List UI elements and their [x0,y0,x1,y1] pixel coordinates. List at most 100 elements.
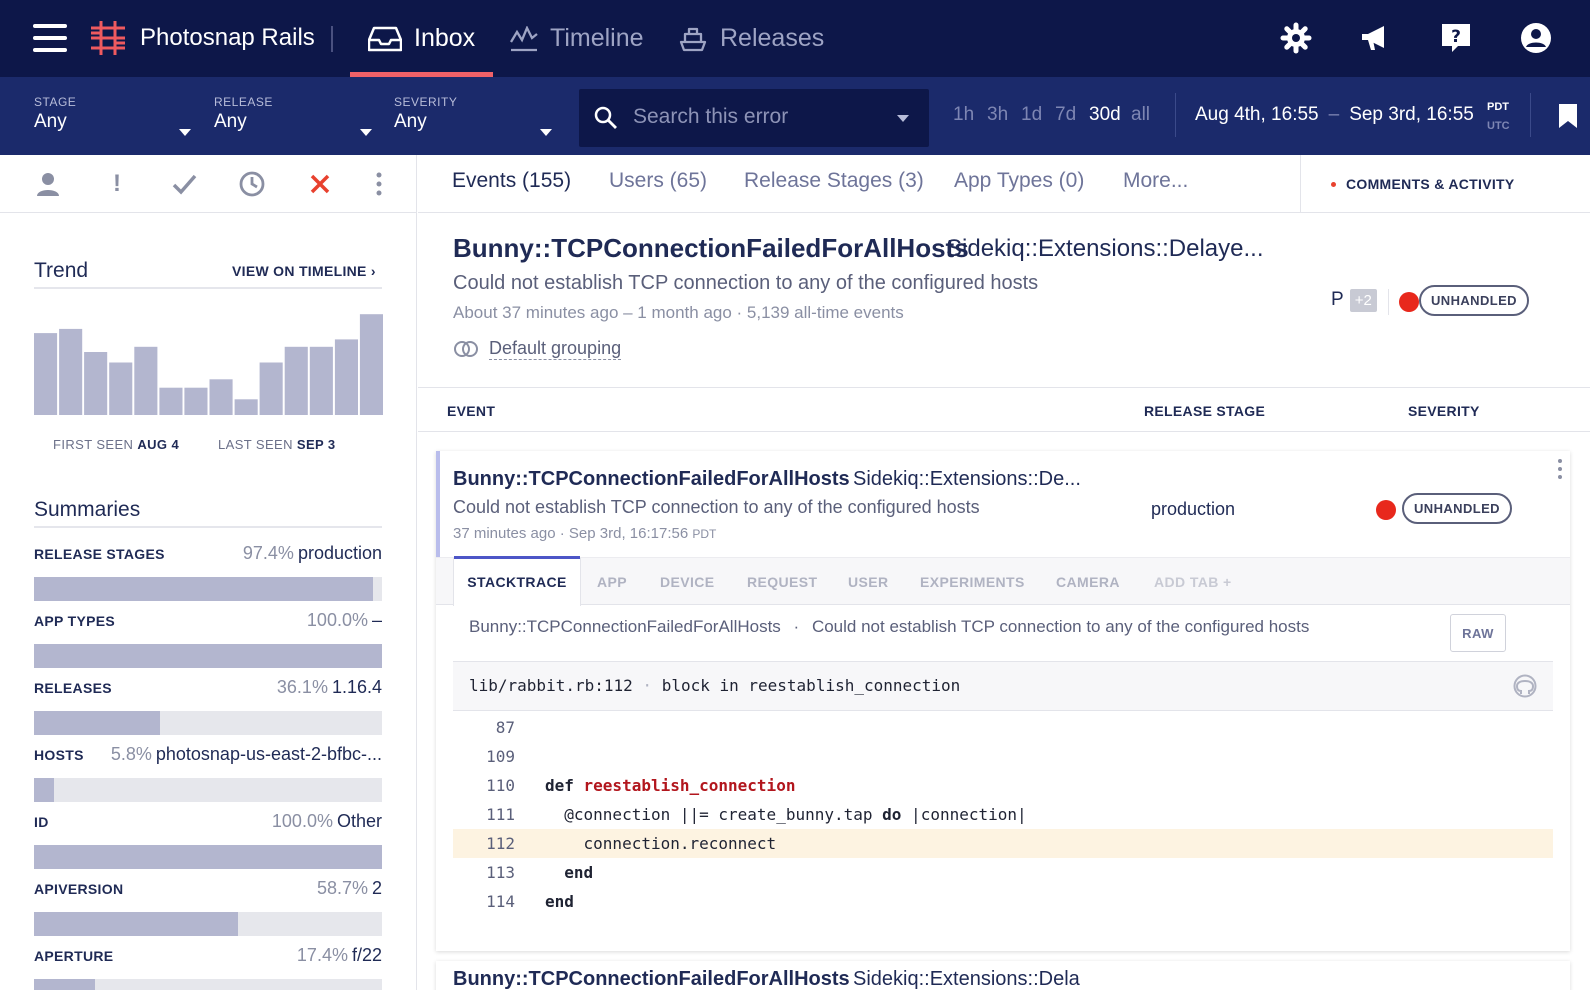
trend-bar[interactable] [109,362,133,416]
snooze-icon[interactable] [238,170,266,198]
tab-inbox[interactable]: Inbox [350,0,494,77]
range-30d[interactable]: 30d [1089,104,1121,126]
col-severity: SEVERITY [1408,403,1480,419]
summary-bar[interactable] [34,778,382,802]
range-1d[interactable]: 1d [1021,104,1042,126]
stage-filter[interactable]: STAGE Any [34,95,194,136]
tab-timeline[interactable]: Timeline [510,0,644,77]
release-filter[interactable]: RELEASE Any [214,95,374,136]
tab-device[interactable]: DEVICE [660,558,715,606]
summary-bar-fill [34,979,95,990]
tab-user[interactable]: USER [848,558,889,606]
summary-value: 58.7% 2 [317,878,382,899]
trend-bar[interactable] [84,352,108,415]
trend-bar[interactable] [309,346,333,415]
app-name[interactable]: Photosnap Rails [140,24,315,52]
summary-bar[interactable] [34,979,382,990]
affected-users[interactable]: P +2 [1331,289,1377,312]
trend-bar[interactable] [59,328,83,415]
line-number: 109 [486,747,515,766]
trend-bar[interactable] [134,346,158,415]
tab-events[interactable]: Events (155) [452,169,571,193]
summary-value: 17.4% f/22 [297,945,382,966]
event-context: Sidekiq::Extensions::Dela [853,968,1080,990]
user-icon[interactable] [1518,20,1554,56]
tab-app-types[interactable]: App Types (0) [954,169,1084,193]
severity-filter-value: Any [394,111,427,132]
event-row[interactable]: Bunny::TCPConnectionFailedForAllHosts Si… [436,451,1570,951]
summary-top-value: 1.16.4 [331,677,382,697]
more-icon[interactable] [365,170,393,198]
chevron-down-icon[interactable] [897,115,909,122]
trend-bar[interactable] [159,387,183,415]
bookmark-icon[interactable] [1558,103,1578,129]
search-input[interactable]: Search this error [579,89,929,147]
stack-frame-header[interactable]: lib/rabbit.rb:112 · block in reestablish… [453,661,1553,711]
tab-request[interactable]: REQUEST [747,558,817,606]
summary-bar[interactable] [34,845,382,869]
summary-key: APIVERSION [34,881,124,897]
trend-bar[interactable] [184,387,208,415]
tab-releases[interactable]: Releases [678,0,824,77]
range-7d[interactable]: 7d [1055,104,1076,126]
summary-bar[interactable] [34,577,382,601]
help-icon[interactable]: ? [1438,20,1474,56]
trend-bar[interactable] [334,339,358,415]
trend-bar[interactable] [259,362,283,416]
summary-bar-fill [34,912,239,936]
trend-bar[interactable] [359,314,383,415]
summary-bar[interactable] [34,711,382,735]
severity-filter-label: SEVERITY [394,95,458,109]
tab-experiments[interactable]: EXPERIMENTS [920,558,1025,606]
trend-bar[interactable] [34,333,58,415]
trend-bar[interactable] [234,399,258,415]
event-class: Bunny::TCPConnectionFailedForAllHosts [453,968,850,990]
range-all[interactable]: all [1131,104,1150,126]
event-row[interactable]: Bunny::TCPConnectionFailedForAllHosts Si… [436,961,1570,990]
more-icon[interactable] [1558,459,1562,483]
assign-icon[interactable] [34,170,62,198]
priority-icon[interactable]: ! [103,170,131,198]
divider [34,526,382,528]
add-tab-button[interactable]: ADD TAB + [1154,558,1232,606]
date-range[interactable]: Aug 4th, 16:55– Sep 3rd, 16:55 [1195,104,1474,126]
tab-users[interactable]: Users (65) [609,169,707,193]
divider [1175,93,1176,137]
summary-bar[interactable] [34,644,382,668]
main-tabs: Events (155) Users (65) Release Stages (… [418,155,1590,213]
comments-activity-button[interactable]: COMMENTS & ACTIVITY [1300,155,1590,213]
code-line: 109 [453,742,1553,771]
tab-app[interactable]: APP [597,558,627,606]
timeline-icon [510,25,538,51]
megaphone-icon[interactable] [1358,20,1394,56]
timezone-primary[interactable]: PDT [1487,101,1509,113]
code-token: do [882,805,902,824]
tab-more[interactable]: More... [1123,169,1188,193]
tab-release-stages[interactable]: Release Stages (3) [744,169,924,193]
last-seen-label: LAST SEEN [218,437,293,452]
range-3h[interactable]: 3h [987,104,1008,126]
search-icon [594,106,617,129]
trend-bar[interactable] [209,379,233,415]
range-1h[interactable]: 1h [953,104,974,126]
gear-icon[interactable] [1278,20,1314,56]
raw-button[interactable]: RAW [1450,614,1506,652]
view-on-timeline-link[interactable]: VIEW ON TIMELINE › [232,263,376,279]
divider [1530,93,1531,137]
default-grouping-link[interactable]: Default grouping [453,338,622,360]
timezone-secondary[interactable]: UTC [1487,120,1510,132]
code-token: end [545,892,574,911]
summary-top-value: – [371,610,382,630]
resolve-icon[interactable] [170,170,198,198]
severity-filter[interactable]: SEVERITY Any [394,95,554,136]
github-icon[interactable] [1513,674,1537,698]
discard-icon[interactable] [306,170,334,198]
line-number: 114 [486,892,515,911]
trend-bar[interactable] [284,346,308,415]
tab-stacktrace[interactable]: STACKTRACE [453,556,581,606]
tab-camera[interactable]: CAMERA [1056,558,1120,606]
summary-bar[interactable] [34,912,382,936]
menu-icon[interactable] [33,24,67,52]
frame-file: lib/rabbit.rb:112 [469,676,633,695]
summary-top-value: Other [336,811,382,831]
